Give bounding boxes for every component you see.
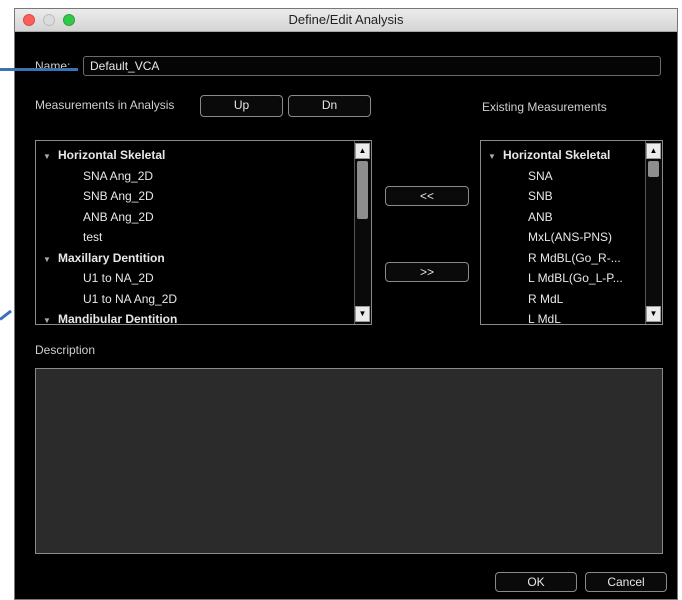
triangle-down-icon[interactable]: ▼ — [42, 147, 52, 165]
list-item[interactable]: SNA — [481, 166, 645, 186]
list-item-label: R MdL — [528, 291, 564, 306]
scroll-thumb[interactable] — [357, 161, 368, 219]
measurements-in-analysis-label: Measurements in Analysis — [35, 98, 175, 112]
existing-list-scrollbar[interactable]: ▲ ▼ — [645, 141, 662, 324]
list-item[interactable]: SNB Ang_2D — [36, 186, 354, 206]
list-item[interactable]: SNB — [481, 186, 645, 206]
list-item[interactable]: ANB Ang_2D — [36, 207, 354, 227]
list-item-label: Horizontal Skeletal — [58, 148, 166, 162]
list-item[interactable]: R MdL — [481, 289, 645, 309]
list-item-label: L MdL — [528, 312, 561, 325]
move-down-button[interactable]: Dn — [288, 95, 371, 117]
list-item-label: Horizontal Skeletal — [503, 148, 611, 162]
list-item-label: U1 to NA_2D — [83, 271, 154, 285]
list-item-label: ANB — [528, 209, 553, 224]
triangle-down-icon[interactable]: ▼ — [42, 311, 52, 324]
scroll-down-arrow[interactable]: ▼ — [355, 306, 370, 322]
group-header[interactable]: ▼ Horizontal Skeletal — [36, 145, 354, 165]
list-item-label: SNB Ang_2D — [83, 189, 154, 203]
list-item-label: SNA Ang_2D — [83, 168, 154, 183]
cancel-button[interactable]: Cancel — [585, 572, 667, 592]
group-header[interactable]: ▼ Horizontal Skeletal — [481, 145, 645, 165]
group-header[interactable]: ▼ Mandibular Dentition — [36, 309, 354, 325]
triangle-down-icon[interactable]: ▼ — [42, 250, 52, 268]
analysis-measurements-list[interactable]: ▲ ▼ ▼ Horizontal Skeletal SNA Ang_2D SNB An… — [35, 140, 372, 325]
list-item[interactable]: MxL(ANS-PNS) — [481, 227, 645, 247]
triangle-down-icon: ▼ — [649, 309, 658, 318]
list-item[interactable]: U1 to NA_2D — [36, 268, 354, 288]
ok-button[interactable]: OK — [495, 572, 577, 592]
callout-line — [0, 68, 78, 71]
list-item[interactable]: L MdBL(Go_L-P... — [481, 268, 645, 288]
analysis-list-scrollbar[interactable]: ▲ ▼ — [354, 141, 371, 324]
list-item-label: Mandibular Dentition — [58, 312, 178, 325]
group-header[interactable]: ▼ Maxillary Dentition — [36, 248, 354, 268]
remove-measurement-button[interactable]: << — [385, 186, 469, 206]
window-title: Define/Edit Analysis — [288, 12, 404, 27]
name-input[interactable]: Default_VCA — [83, 56, 661, 76]
list-item-label: MxL(ANS-PNS) — [528, 230, 613, 244]
triangle-down-icon: ▼ — [358, 309, 367, 318]
scroll-thumb[interactable] — [648, 161, 659, 177]
add-measurement-button[interactable]: >> — [385, 262, 469, 282]
list-item-label: R MdBL(Go_R-... — [528, 250, 621, 265]
triangle-up-icon: ▲ — [358, 146, 367, 155]
list-item[interactable]: U1 to NA Ang_2D — [36, 289, 354, 309]
scroll-up-arrow[interactable]: ▲ — [646, 143, 661, 159]
list-item-label: U1 to NA Ang_2D — [83, 291, 178, 306]
title-bar[interactable]: Define/Edit Analysis — [15, 9, 677, 32]
list-item[interactable]: R MdBL(Go_R-... — [481, 248, 645, 268]
triangle-up-icon: ▲ — [649, 146, 658, 155]
list-item[interactable]: SNA Ang_2D — [36, 166, 354, 186]
list-item-label: SNA — [528, 168, 553, 183]
description-label: Description — [35, 343, 96, 357]
callout-line — [0, 309, 12, 321]
scroll-down-arrow[interactable]: ▼ — [646, 306, 661, 322]
move-up-button[interactable]: Up — [200, 95, 283, 117]
list-item[interactable]: L MdL — [481, 309, 645, 325]
scroll-up-arrow[interactable]: ▲ — [355, 143, 370, 159]
list-item-label: Maxillary Dentition — [58, 250, 165, 265]
list-item[interactable]: test — [36, 227, 354, 247]
list-item[interactable]: ANB — [481, 207, 645, 227]
list-item-label: SNB — [528, 189, 553, 203]
list-item-label: test — [83, 230, 103, 244]
triangle-down-icon[interactable]: ▼ — [487, 147, 497, 165]
list-item-label: L MdBL(Go_L-P... — [528, 271, 623, 285]
analysis-dialog: Define/Edit Analysis Name: Default_VCA M… — [14, 8, 678, 600]
list-item-label: ANB Ang_2D — [83, 209, 154, 224]
description-textarea[interactable] — [35, 368, 663, 554]
existing-measurements-list[interactable]: ▲ ▼ ▼ Horizontal Skeletal SNA SNB ANB MxL(ANS… — [480, 140, 663, 325]
existing-measurements-label: Existing Measurements — [482, 100, 607, 114]
